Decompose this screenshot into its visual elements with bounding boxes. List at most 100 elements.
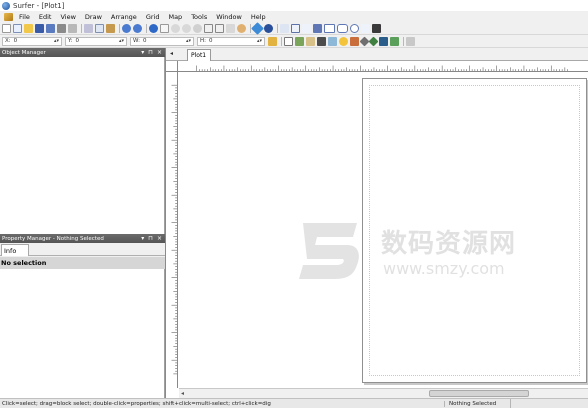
- menu-logo-icon[interactable]: [4, 12, 13, 21]
- menu-arrange[interactable]: Arrange: [111, 13, 137, 21]
- x-spin-icon[interactable]: ▴▾: [54, 38, 59, 44]
- property-manager-panel[interactable]: [0, 269, 165, 398]
- w-label: W:: [133, 38, 140, 44]
- rectangle-icon[interactable]: [324, 23, 335, 33]
- ellipse-icon[interactable]: [350, 23, 359, 33]
- dropdown-icon[interactable]: ▾: [141, 49, 144, 56]
- lock-icon[interactable]: [268, 36, 277, 46]
- menu-file[interactable]: File: [19, 13, 30, 21]
- y-spin-icon[interactable]: ▴▾: [119, 38, 124, 44]
- zoom-page-icon[interactable]: [215, 23, 224, 33]
- h-label: H:: [200, 38, 206, 44]
- save-icon[interactable]: [35, 23, 44, 33]
- menu-tools[interactable]: Tools: [191, 13, 207, 21]
- cut-icon[interactable]: [84, 23, 93, 33]
- tab-info[interactable]: Info: [1, 244, 29, 256]
- pin-icon[interactable]: ⊓: [148, 235, 153, 242]
- legend-icon[interactable]: [390, 36, 399, 46]
- pin-icon[interactable]: ⊓: [148, 49, 153, 56]
- menu-window[interactable]: Window: [216, 13, 242, 21]
- zoom-in-icon[interactable]: [171, 23, 180, 33]
- separator: [119, 23, 120, 33]
- property-manager-title: Property Manager - Nothing Selected ▾ ⊓ …: [0, 234, 165, 243]
- undo-icon[interactable]: [122, 23, 131, 33]
- layout-icon[interactable]: [406, 36, 415, 46]
- new-worksheet-icon[interactable]: [13, 23, 22, 33]
- spline-icon[interactable]: [361, 23, 370, 33]
- contour-map-icon[interactable]: [328, 36, 337, 46]
- print-icon[interactable]: [57, 23, 66, 33]
- tab-plot1[interactable]: Plot1: [187, 49, 211, 61]
- x-field[interactable]: X: 0 ▴▾: [2, 36, 62, 46]
- new-icon[interactable]: [2, 23, 11, 33]
- close-icon[interactable]: ×: [157, 49, 162, 56]
- base-map-icon[interactable]: [379, 36, 388, 46]
- separator: [403, 36, 404, 46]
- map-icon[interactable]: [251, 21, 264, 35]
- open-icon[interactable]: [24, 23, 33, 33]
- vertical-ruler: [166, 72, 178, 388]
- document-tabs: ◂ Plot1: [166, 48, 588, 61]
- window-title: Surfer - [Plot1]: [13, 1, 65, 10]
- h-spin-icon[interactable]: ▴▾: [257, 38, 262, 44]
- status-hint: Click=select; drag=block select; double-…: [2, 400, 271, 407]
- title-bar: Surfer - [Plot1]: [0, 0, 588, 11]
- symbol-icon[interactable]: [313, 23, 322, 33]
- menu-bar: File Edit View Draw Arrange Grid Map Too…: [0, 11, 588, 22]
- plot-canvas[interactable]: [179, 73, 587, 388]
- text-icon[interactable]: [280, 23, 289, 33]
- reshape-icon[interactable]: [372, 23, 381, 33]
- redo-icon[interactable]: [133, 23, 142, 33]
- dropdown-icon[interactable]: ▾: [141, 235, 144, 242]
- print-preview-icon[interactable]: [68, 23, 77, 33]
- standard-toolbar: [0, 21, 588, 35]
- y-value: 0: [75, 38, 79, 44]
- scroll-left-icon[interactable]: ◂: [181, 390, 184, 397]
- select-icon[interactable]: [160, 23, 169, 33]
- menu-map[interactable]: Map: [168, 13, 182, 21]
- object-manager-label: Object Manager: [2, 49, 46, 56]
- zoom-out-icon[interactable]: [182, 23, 191, 33]
- h-value: 0: [209, 38, 213, 44]
- property-tabs: Info: [0, 243, 165, 256]
- menu-help[interactable]: Help: [251, 13, 266, 21]
- grid-map-icon[interactable]: [295, 36, 304, 46]
- image-map-icon[interactable]: [306, 36, 315, 46]
- save-all-icon[interactable]: [46, 23, 55, 33]
- h-field[interactable]: H: 0 ▴▾: [197, 36, 265, 46]
- surfer-app-icon: [2, 1, 10, 10]
- envelope-icon[interactable]: [284, 36, 293, 46]
- zoom-fit-icon[interactable]: [204, 23, 213, 33]
- horizontal-scrollbar[interactable]: ◂: [179, 388, 588, 398]
- zoom-actual-icon[interactable]: [226, 23, 235, 33]
- menu-view[interactable]: View: [60, 13, 75, 21]
- zoom-rect-icon[interactable]: [193, 23, 202, 33]
- close-icon[interactable]: ×: [157, 235, 162, 242]
- 3d-icon[interactable]: [264, 23, 273, 33]
- menu-edit[interactable]: Edit: [39, 13, 52, 21]
- rounded-rect-icon[interactable]: [337, 23, 348, 33]
- scroll-thumb[interactable]: [429, 390, 529, 397]
- menu-grid[interactable]: Grid: [146, 13, 160, 21]
- separator: [281, 36, 282, 46]
- wireframe-icon[interactable]: [368, 36, 379, 46]
- w-spin-icon[interactable]: ▴▾: [186, 38, 191, 44]
- copy-icon[interactable]: [95, 23, 104, 33]
- vector-map-icon[interactable]: [350, 36, 359, 46]
- object-manager-panel[interactable]: [0, 57, 165, 234]
- pan-icon[interactable]: [237, 23, 246, 33]
- polygon-icon[interactable]: [291, 23, 300, 33]
- w-field[interactable]: W: 0 ▴▾: [130, 36, 194, 46]
- tab-scroll-left-icon[interactable]: ◂: [170, 50, 173, 57]
- post-map-icon[interactable]: [317, 36, 326, 46]
- paste-icon[interactable]: [106, 23, 115, 33]
- polyline-icon[interactable]: [302, 23, 311, 33]
- object-manager-title: Object Manager ▾ ⊓ ×: [0, 48, 165, 57]
- x-value: 0: [13, 38, 18, 44]
- menu-draw[interactable]: Draw: [85, 13, 102, 21]
- page-margin: [369, 85, 580, 376]
- y-field[interactable]: Y: 0 ▴▾: [65, 36, 127, 46]
- help-icon[interactable]: [149, 23, 158, 33]
- shaded-relief-icon[interactable]: [339, 36, 348, 46]
- status-bar: Click=select; drag=block select; double-…: [0, 398, 588, 408]
